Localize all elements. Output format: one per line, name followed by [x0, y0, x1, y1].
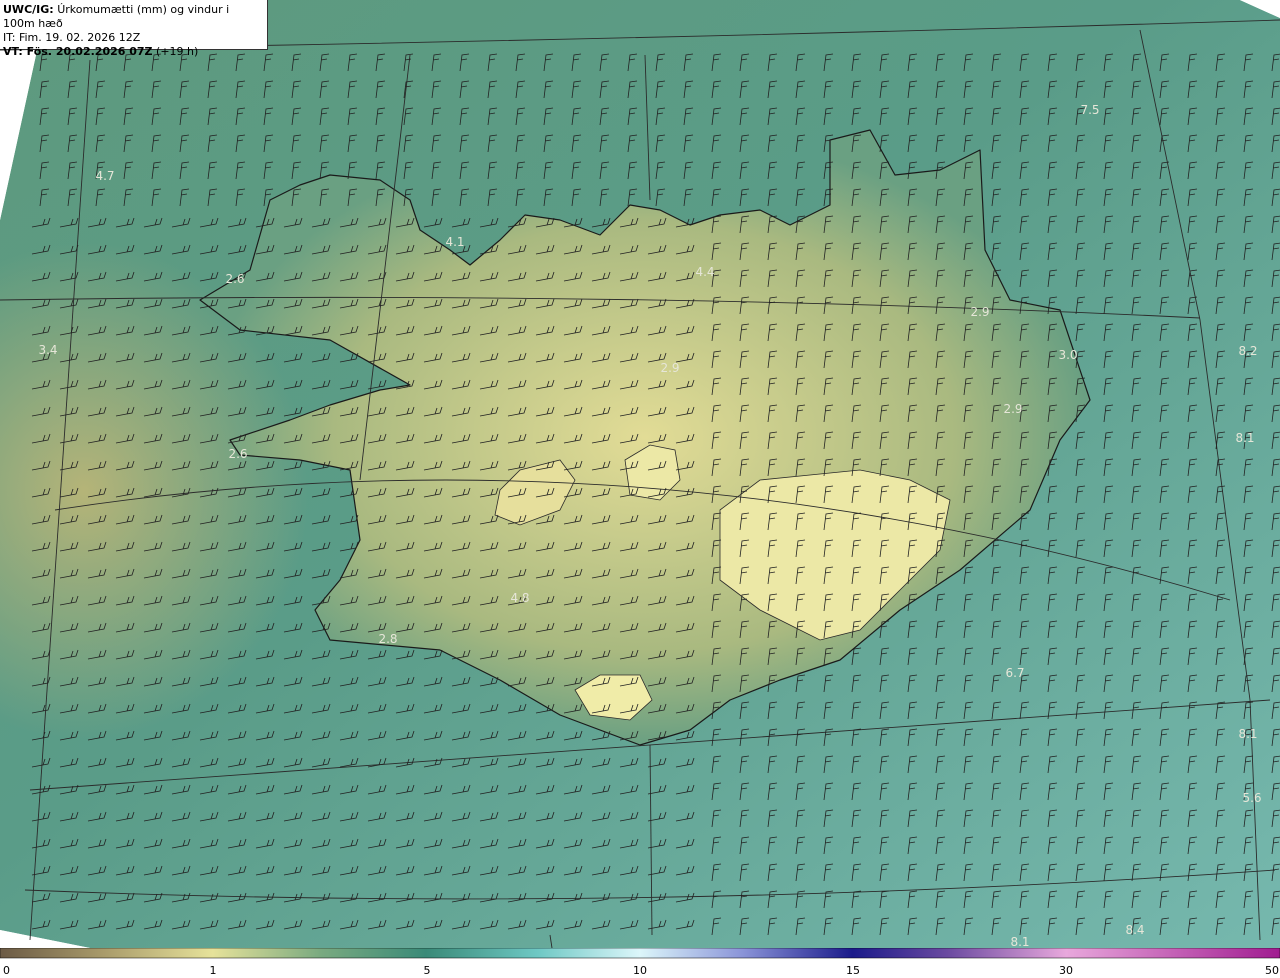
value-label: 4.7	[95, 169, 114, 183]
value-label: 8.4	[1125, 923, 1144, 937]
value-label: 5.6	[1242, 791, 1261, 805]
value-label: 4.1	[445, 235, 464, 249]
colorbar-gradient	[0, 948, 1280, 959]
colorbar-tick: 5	[424, 964, 431, 977]
value-label: 3.4	[38, 343, 57, 357]
colorbar-tick: 1	[210, 964, 217, 977]
value-label: 8.1	[1235, 431, 1254, 445]
value-label: 2.6	[228, 447, 247, 461]
title-line: UWC/IG: Úrkomumætti (mm) og vindur i 100…	[3, 3, 264, 31]
value-label: 3.0	[1058, 348, 1077, 362]
value-label: 8.1	[1010, 935, 1029, 948]
value-label: 8.1	[1238, 727, 1257, 741]
value-label: 6.7	[1005, 666, 1024, 680]
model-name: UWC/IG:	[3, 3, 54, 16]
initial-time: IT: Fim. 19. 02. 2026 12Z	[3, 31, 141, 44]
value-label: 2.9	[970, 305, 989, 319]
precipitation-wind-map: 7.5 4.7 3.4 2.6 2.6 2.9 2.9 2.9 2.8 4.8 …	[0, 0, 1280, 948]
value-label: 2.6	[225, 272, 244, 286]
colorbar-tick: 10	[633, 964, 647, 977]
colorbar-ticks: 0 1 5 10 15 30 50	[3, 964, 1279, 977]
colorbar-tick: 15	[846, 964, 860, 977]
colorbar-tick: 0	[3, 964, 10, 977]
valid-time: VT: Fös. 20.02.2026 07Z	[3, 45, 153, 58]
value-label: 8.2	[1238, 344, 1257, 358]
value-label: 7.5	[1080, 103, 1099, 117]
value-label: 2.9	[1003, 402, 1022, 416]
colorbar: 0 1 5 10 15 30 50	[0, 948, 1280, 977]
value-label: 4.8	[510, 591, 529, 605]
value-label: 2.8	[378, 632, 397, 646]
colorbar-tick: 30	[1059, 964, 1073, 977]
value-label: 2.9	[660, 361, 679, 375]
value-label: 4.4	[695, 265, 714, 279]
title-box: UWC/IG: Úrkomumætti (mm) og vindur i 100…	[0, 0, 268, 58]
forecast-hour: (+19 h)	[156, 45, 199, 58]
colorbar-tick: 50	[1265, 964, 1279, 977]
valid-time-line: VT: Fös. 20.02.2026 07Z (+19 h)	[3, 45, 264, 59]
